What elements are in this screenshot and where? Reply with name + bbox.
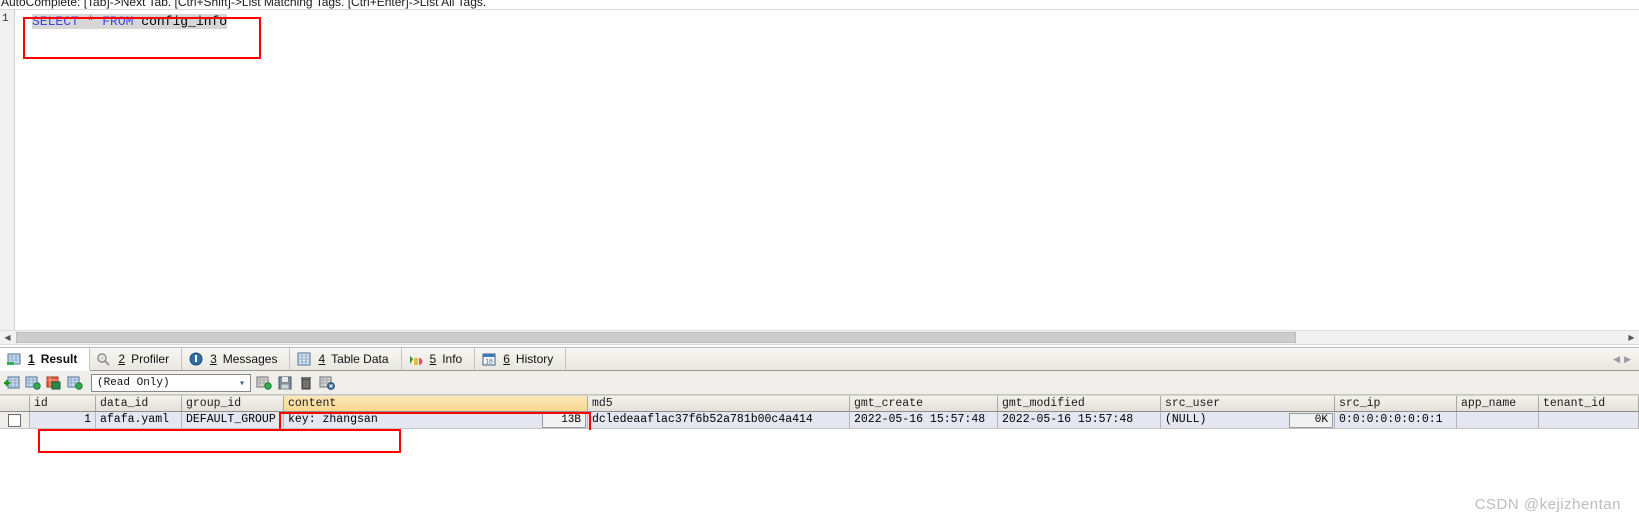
- column-header-app_name[interactable]: app_name: [1457, 396, 1539, 411]
- add-record-icon[interactable]: [4, 376, 20, 390]
- tab-label: Table Data: [331, 352, 389, 366]
- tab-number: 5: [429, 352, 437, 366]
- cell-data_id[interactable]: afafa.yaml: [96, 412, 182, 428]
- tab-nav-next-icon[interactable]: ▶: [1624, 354, 1631, 365]
- column-header-data_id[interactable]: data_id: [96, 396, 182, 411]
- tab-label: History: [515, 352, 554, 366]
- cell-group_id[interactable]: DEFAULT_GROUP: [182, 412, 284, 428]
- bottom-empty-area: CSDN @kejizhentan: [0, 453, 1639, 523]
- tab-nav-arrows[interactable]: ◀ ▶: [1605, 348, 1639, 370]
- chart-info-icon: [408, 352, 424, 366]
- column-header-content[interactable]: content: [284, 396, 588, 411]
- tab-label: Info: [442, 352, 463, 366]
- grid-body[interactable]: 1 afafa.yaml DEFAULT_GROUP key: zhangsan 13B…: [0, 412, 1639, 429]
- column-header-gmt_create[interactable]: gmt_create: [850, 396, 998, 411]
- checkbox-box[interactable]: [8, 413, 21, 427]
- scroll-right-arrow-icon[interactable]: ▶: [1624, 331, 1639, 344]
- sql-table-name: config_info: [141, 14, 228, 29]
- table-data-icon: [296, 352, 312, 366]
- cell-gmt_modified[interactable]: 2022-05-16 15:57:48: [998, 412, 1161, 428]
- copy-record-icon[interactable]: [25, 376, 41, 390]
- info-bubble-icon: [188, 352, 204, 366]
- autocomplete-hint-bar: AutoComplete: [Tab]->Next Tab. [Ctrl+Shi…: [0, 0, 1639, 9]
- cell-id[interactable]: 1: [30, 412, 96, 428]
- result-grid[interactable]: id data_id group_id content md5 gmt_create gmt…: [0, 395, 1639, 453]
- result-grid-icon: [6, 352, 22, 366]
- profiler-icon: [96, 352, 112, 366]
- grid-corner-cell[interactable]: [0, 396, 30, 411]
- scrollbar-thumb[interactable]: [16, 332, 1296, 343]
- column-header-md5[interactable]: md5: [588, 396, 850, 411]
- grid-mode-value: (Read Only): [97, 376, 170, 389]
- grid-header-row[interactable]: id data_id group_id content md5 gmt_create gmt…: [0, 395, 1639, 412]
- paste-record-icon[interactable]: [46, 376, 62, 390]
- cell-value-gmt_modified: 2022-05-16 15:57:48: [1002, 413, 1134, 426]
- cell-size-badge-src_user: 0K: [1289, 412, 1333, 428]
- tab-table-data[interactable]: 4 Table Data: [290, 348, 402, 370]
- delete-record-icon[interactable]: [298, 376, 314, 390]
- tab-number: 1: [28, 351, 35, 366]
- cell-src_ip[interactable]: 0:0:0:0:0:0:0:1: [1335, 412, 1457, 428]
- tab-label: Messages: [222, 352, 278, 366]
- sql-editor[interactable]: 1 SELECT * FROM config_info: [0, 9, 1639, 334]
- cell-value-data_id: afafa.yaml: [100, 413, 170, 426]
- cell-value-src_user: (NULL): [1165, 413, 1207, 426]
- grid-toolbar[interactable]: (Read Only) ▾: [0, 371, 1639, 395]
- svg-text:18: 18: [485, 359, 493, 366]
- column-header-tenant_id[interactable]: tenant_id: [1539, 396, 1639, 411]
- cell-value-content: key: zhangsan: [288, 413, 378, 426]
- cell-value-gmt_create: 2022-05-16 15:57:48: [854, 413, 986, 426]
- sql-star-token: *: [86, 14, 95, 29]
- sql-keyword-select: SELECT: [32, 14, 79, 29]
- column-header-id[interactable]: id: [30, 396, 96, 411]
- tab-history[interactable]: 18 6 History: [475, 348, 567, 370]
- tab-number: 4: [318, 352, 326, 366]
- cell-app_name[interactable]: [1457, 412, 1539, 428]
- tab-label: Profiler: [131, 352, 170, 366]
- scroll-left-arrow-icon[interactable]: ◀: [0, 331, 15, 344]
- tab-profiler[interactable]: 2 Profiler: [90, 348, 183, 370]
- tab-number: 6: [503, 352, 510, 366]
- editor-horizontal-scrollbar[interactable]: ◀ ▶: [0, 330, 1639, 345]
- row-select-checkbox[interactable]: [0, 412, 30, 428]
- apply-changes-icon[interactable]: [256, 376, 272, 390]
- calendar-history-icon: 18: [481, 352, 497, 366]
- sql-code-area[interactable]: SELECT * FROM config_info: [16, 10, 1639, 334]
- column-header-gmt_modified[interactable]: gmt_modified: [998, 396, 1161, 411]
- tab-info[interactable]: 5 Info: [401, 348, 476, 370]
- tab-messages[interactable]: 3 Messages: [182, 348, 291, 370]
- column-header-src_ip[interactable]: src_ip: [1335, 396, 1457, 411]
- column-header-group_id[interactable]: group_id: [182, 396, 284, 411]
- tab-bar-spacer: [566, 348, 1606, 370]
- cell-value-src_ip: 0:0:0:0:0:0:0:1: [1339, 413, 1443, 426]
- duplicate-record-icon[interactable]: [67, 376, 83, 390]
- cell-tenant_id[interactable]: [1539, 412, 1639, 428]
- grid-mode-select[interactable]: (Read Only) ▾: [91, 373, 251, 392]
- cell-size-badge-content: 13B: [542, 412, 586, 428]
- sql-keyword-from: FROM: [102, 14, 134, 29]
- result-tab-bar[interactable]: 1 Result 2 Profiler 3 Messages 4 Table Data 5 Inf…: [0, 347, 1639, 371]
- table-row[interactable]: 1 afafa.yaml DEFAULT_GROUP key: zhangsan 13B…: [0, 412, 1639, 429]
- watermark-text: CSDN @kejizhentan: [1474, 496, 1621, 513]
- cell-gmt_create[interactable]: 2022-05-16 15:57:48: [850, 412, 998, 428]
- autocomplete-hint-text: AutoComplete: [Tab]->Next Tab. [Ctrl+Shi…: [1, 0, 487, 9]
- tab-result[interactable]: 1 Result: [0, 348, 91, 371]
- tab-nav-prev-icon[interactable]: ◀: [1613, 354, 1620, 365]
- discard-changes-icon[interactable]: [319, 376, 335, 390]
- sql-statement-line[interactable]: SELECT * FROM config_info: [32, 14, 228, 29]
- cell-src_user[interactable]: (NULL) 0K: [1161, 412, 1335, 428]
- cell-value-id: 1: [84, 413, 91, 426]
- cell-value-md5: dcledeaaflac37f6b52a781b00c4a414: [592, 413, 813, 426]
- editor-line-gutter: 1: [0, 10, 15, 334]
- tab-number: 2: [118, 352, 126, 366]
- cell-content[interactable]: key: zhangsan 13B: [284, 412, 588, 428]
- cell-value-group_id: DEFAULT_GROUP: [186, 413, 276, 426]
- column-header-src_user[interactable]: src_user: [1161, 396, 1335, 411]
- cell-md5[interactable]: dcledeaaflac37f6b52a781b00c4a414: [588, 412, 850, 428]
- save-icon[interactable]: [277, 376, 293, 390]
- chevron-down-icon[interactable]: ▾: [239, 378, 245, 390]
- tab-number: 3: [210, 352, 217, 366]
- line-number: 1: [2, 13, 9, 25]
- tab-label: Result: [40, 351, 78, 366]
